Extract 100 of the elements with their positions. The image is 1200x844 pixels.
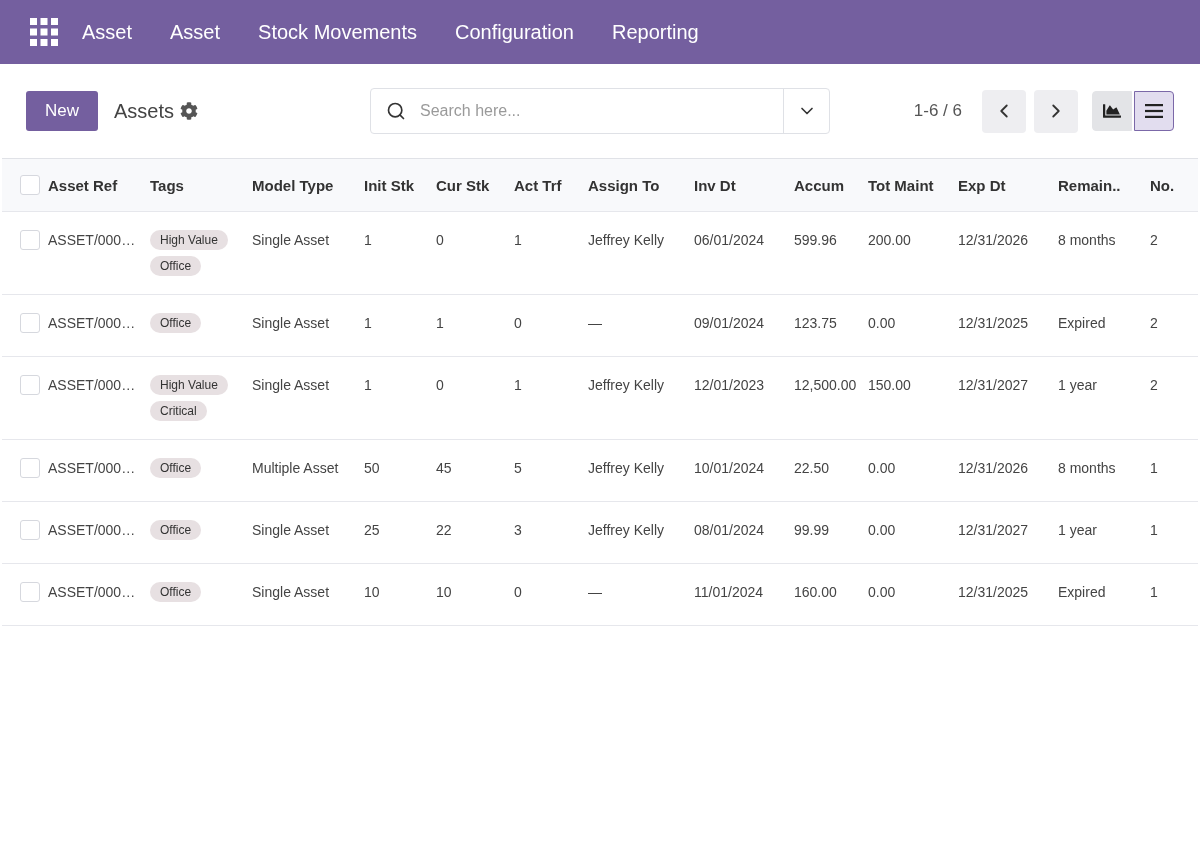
menu-item[interactable]: Configuration [455,20,574,44]
table-cell-text: 0.00 [868,314,896,333]
search-icon [386,101,406,121]
table-cell-text: 123.75 [794,314,837,333]
row-checkbox[interactable] [20,582,40,602]
column-header[interactable]: Tot Maint [868,176,934,194]
next-button[interactable] [1034,89,1078,133]
column-header[interactable]: Model Type [252,176,334,194]
table-cell-text: 150.00 [868,376,911,395]
table-cell-text: ASSET/000… [48,376,136,395]
column-header[interactable]: Assign To [588,176,660,194]
table-cell-text: 1 [514,376,522,395]
pager-range: 1-6 / 6 [913,101,962,121]
table-cell-text: Expired [1058,583,1106,602]
table-cell-text: 1 [1150,521,1158,540]
column-header[interactable]: Act Trf [514,176,562,194]
table-cell-text: Jeffrey Kelly [588,376,664,395]
table-cell-text: 0.00 [868,459,896,478]
list-view-button[interactable] [1134,91,1174,131]
menu-item[interactable]: Stock Movements [258,20,417,44]
column-header[interactable]: Init Stk [364,176,414,194]
table-cell-text: 1 [1150,583,1158,602]
table-cell-text: 2 [1150,376,1158,395]
column-header[interactable]: Cur Stk [436,176,490,194]
search-field[interactable]: Search here... [370,88,830,134]
table-cell-text: 12/31/2027 [958,521,1029,540]
table-cell-text: 0 [514,583,522,602]
table-cell-text: 2 [1150,231,1158,250]
area-chart-icon [1103,102,1121,120]
table-cell-text: 5 [514,459,522,478]
tag: Office [150,458,202,478]
table-cell-text: 12/31/2026 [958,459,1029,478]
table-cell-text: 50 [364,459,380,478]
tag: High Value [150,230,228,250]
list-icon [1145,104,1163,118]
column-header[interactable]: Inv Dt [694,176,736,194]
column-header[interactable]: Exp Dt [958,176,1006,194]
table-cell-text: 1 [364,314,372,333]
table-cell-text: 12,500.00 [794,376,857,395]
table-cell-text: Jeffrey Kelly [588,521,664,540]
table-cell-text: 99.99 [794,521,830,540]
previous-button[interactable] [982,89,1026,133]
table-cell-text: ASSET/000… [48,314,136,333]
table-cell-text: 10/01/2024 [694,459,765,478]
table-cell-text: 200.00 [868,231,911,250]
row-checkbox[interactable] [20,375,40,395]
table-cell-text: ASSET/000… [48,459,136,478]
row-checkbox[interactable] [20,520,40,540]
table-cell-text: 45 [436,459,452,478]
select-all-checkbox[interactable] [20,175,40,195]
column-header[interactable]: No. [1150,176,1175,194]
tag: Office [150,256,202,276]
row-checkbox[interactable] [20,230,40,250]
row-checkbox[interactable] [20,458,40,478]
tag: High Value [150,375,228,395]
graph-view-button[interactable] [1092,91,1132,131]
table-cell-text: 11/01/2024 [694,583,764,602]
table-cell-text: 06/01/2024 [694,231,765,250]
apps-button[interactable] [30,18,58,46]
search-input[interactable]: Search here... [418,97,783,125]
table-cell-text: Single Asset [252,376,330,395]
table-cell-text: ASSET/000… [48,231,136,250]
grid-icon [30,18,58,46]
table-cell-text: 0 [436,231,444,250]
column-header[interactable]: Remain.. [1058,176,1121,194]
table-cell-text: 1 [514,231,522,250]
table-cell-text: Single Asset [252,231,330,250]
table-cell-text: 22 [436,521,452,540]
row-checkbox[interactable] [20,313,40,333]
column-header[interactable]: Tags [150,176,184,194]
table-cell-text: 09/01/2024 [694,314,765,333]
table-cell-text: 160.00 [794,583,837,602]
table-cell-text: 12/31/2025 [958,314,1029,333]
table-cell-text: 2 [1150,314,1158,333]
table-cell-text: — [588,314,602,333]
table-cell-text: 12/31/2027 [958,376,1029,395]
app-name-link[interactable]: Asset [82,20,133,44]
gear-icon[interactable] [180,102,199,120]
table-cell-text: 8 months [1058,459,1116,478]
table-cell-text: 22.50 [794,459,830,478]
table-cell-text: ASSET/000… [48,583,136,602]
table-cell-text: 599.96 [794,231,837,250]
new-button[interactable]: New [26,91,98,131]
page-title: Assets [114,99,175,123]
table-cell-text: Single Asset [252,314,330,333]
table-cell-text: 0 [514,314,522,333]
tag: Office [150,582,202,602]
menu-item[interactable]: Reporting [612,20,699,44]
table-cell-text: 25 [364,521,380,540]
table-cell-text: 1 year [1058,376,1097,395]
table-cell-text: 12/31/2026 [958,231,1029,250]
tag: Critical [150,401,207,421]
menu-item[interactable]: Asset [170,20,221,44]
table-cell-text: 12/31/2025 [958,583,1029,602]
column-header[interactable]: Asset Ref [48,176,118,194]
table-cell-text: 1 [1150,459,1158,478]
table-cell-text: 1 [436,314,444,333]
column-header[interactable]: Accum [794,176,845,194]
table-cell-text: Jeffrey Kelly [588,459,664,478]
table-cell-text: — [588,583,602,602]
